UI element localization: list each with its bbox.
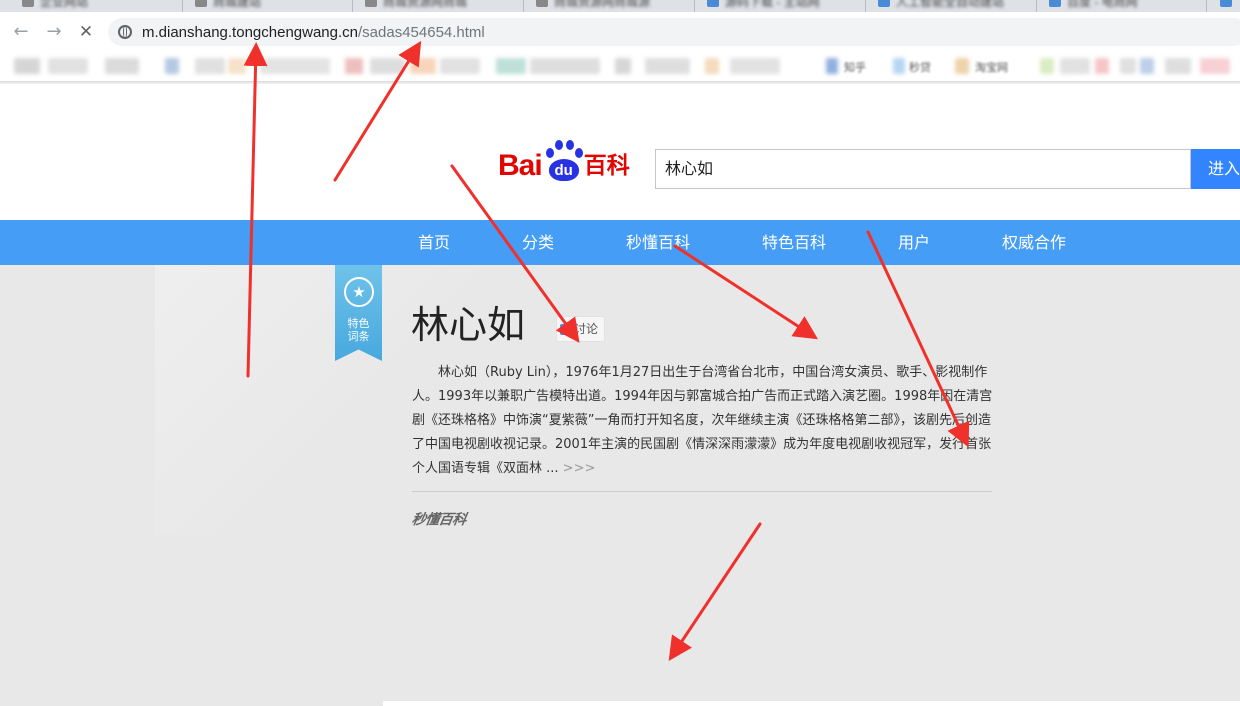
browser-tab[interactable]: 源码下载 - 主站网 — [707, 0, 820, 10]
browser-tab[interactable]: 商城资源网商城 — [365, 0, 467, 10]
search-input[interactable]: 林心如 — [655, 149, 1191, 189]
stop-loading-icon[interactable]: ✕ — [75, 21, 97, 43]
bookmark-label[interactable]: 知乎 — [844, 59, 866, 75]
entry-summary: 林心如（Ruby Lin），1976年1月27日出生于台湾省台北市，中国台湾女演… — [412, 365, 993, 476]
miaodong-logo[interactable]: 秒懂百科 — [410, 509, 468, 529]
forward-arrow-icon[interactable]: → — [43, 21, 65, 43]
entry-content: ★ 特色词条 林心如 讨论 林心如（Ruby Lin），1976年1月27日出生… — [0, 265, 1240, 706]
tab-favicon-icon — [707, 0, 719, 7]
back-arrow-icon[interactable]: ← — [10, 21, 32, 43]
browser-toolbar: ← → ✕ m.dianshang.tongchengwang.cn/sadas… — [0, 12, 1240, 52]
nav-item-user[interactable]: 用户 — [898, 220, 930, 265]
globe-icon — [118, 25, 132, 39]
url-text[interactable]: m.dianshang.tongchengwang.cn/sadas454654… — [142, 24, 485, 41]
tab-favicon-icon — [878, 0, 890, 7]
entry-title: 林心如 — [411, 303, 526, 347]
featured-entry-badge: ★ 特色词条 — [335, 265, 382, 361]
browser-tab[interactable]: 百度 - 电商网 — [1049, 0, 1138, 10]
browser-tab[interactable] — [1220, 0, 1232, 10]
paw-icon: du — [543, 139, 583, 183]
read-more-link[interactable]: >>> — [563, 461, 596, 476]
enter-button[interactable]: 进入 — [1191, 149, 1240, 189]
tab-favicon-icon — [1220, 0, 1232, 7]
nav-item-home[interactable]: 首页 — [418, 220, 450, 265]
nav-item-miaodong[interactable]: 秒懂百科 — [626, 220, 690, 265]
browser-tab[interactable]: 商城建站 — [195, 0, 261, 10]
browser-window: 企业网站 商城建站 商城资源网商城 商城资源网商城源 源码下载 - 主站网 人工… — [0, 0, 1240, 706]
discuss-button[interactable]: 讨论 — [556, 316, 606, 342]
tab-strip: 企业网站 商城建站 商城资源网商城 商城资源网商城源 源码下载 - 主站网 人工… — [0, 0, 1240, 12]
address-bar[interactable]: m.dianshang.tongchengwang.cn/sadas454654… — [108, 18, 1240, 46]
bottom-strip — [383, 701, 1240, 706]
browser-tab[interactable]: 商城资源网商城源 — [536, 0, 650, 10]
tab-favicon-icon — [195, 0, 207, 7]
nav-item-category[interactable]: 分类 — [522, 220, 554, 265]
main-nav: 首页 分类 秒懂百科 特色百科 用户 权威合作 — [0, 220, 1240, 265]
divider — [412, 491, 992, 492]
tab-favicon-icon — [1049, 0, 1061, 7]
tab-favicon-icon — [22, 0, 34, 7]
browser-tab[interactable]: 人工智能全自动建站 — [878, 0, 1004, 10]
baike-logo[interactable]: Bai du 百科 — [498, 139, 630, 183]
bookmark-label[interactable]: 秒贷 — [909, 59, 931, 75]
browser-tab[interactable]: 企业网站 — [22, 0, 88, 10]
bookmarks-bar: 知乎 秒贷 淘宝网 — [0, 52, 1240, 82]
tab-favicon-icon — [365, 0, 377, 7]
nav-item-partners[interactable]: 权威合作 — [1002, 220, 1066, 265]
badge-text: 特色词条 — [347, 317, 370, 343]
nav-item-featured[interactable]: 特色百科 — [762, 220, 826, 265]
bookmark-label[interactable]: 淘宝网 — [975, 59, 1008, 75]
site-header: Bai du 百科 林心如 进入 — [0, 83, 1240, 220]
tab-favicon-icon — [536, 0, 548, 7]
discuss-icon — [560, 323, 571, 335]
star-badge-icon: ★ — [344, 277, 374, 307]
